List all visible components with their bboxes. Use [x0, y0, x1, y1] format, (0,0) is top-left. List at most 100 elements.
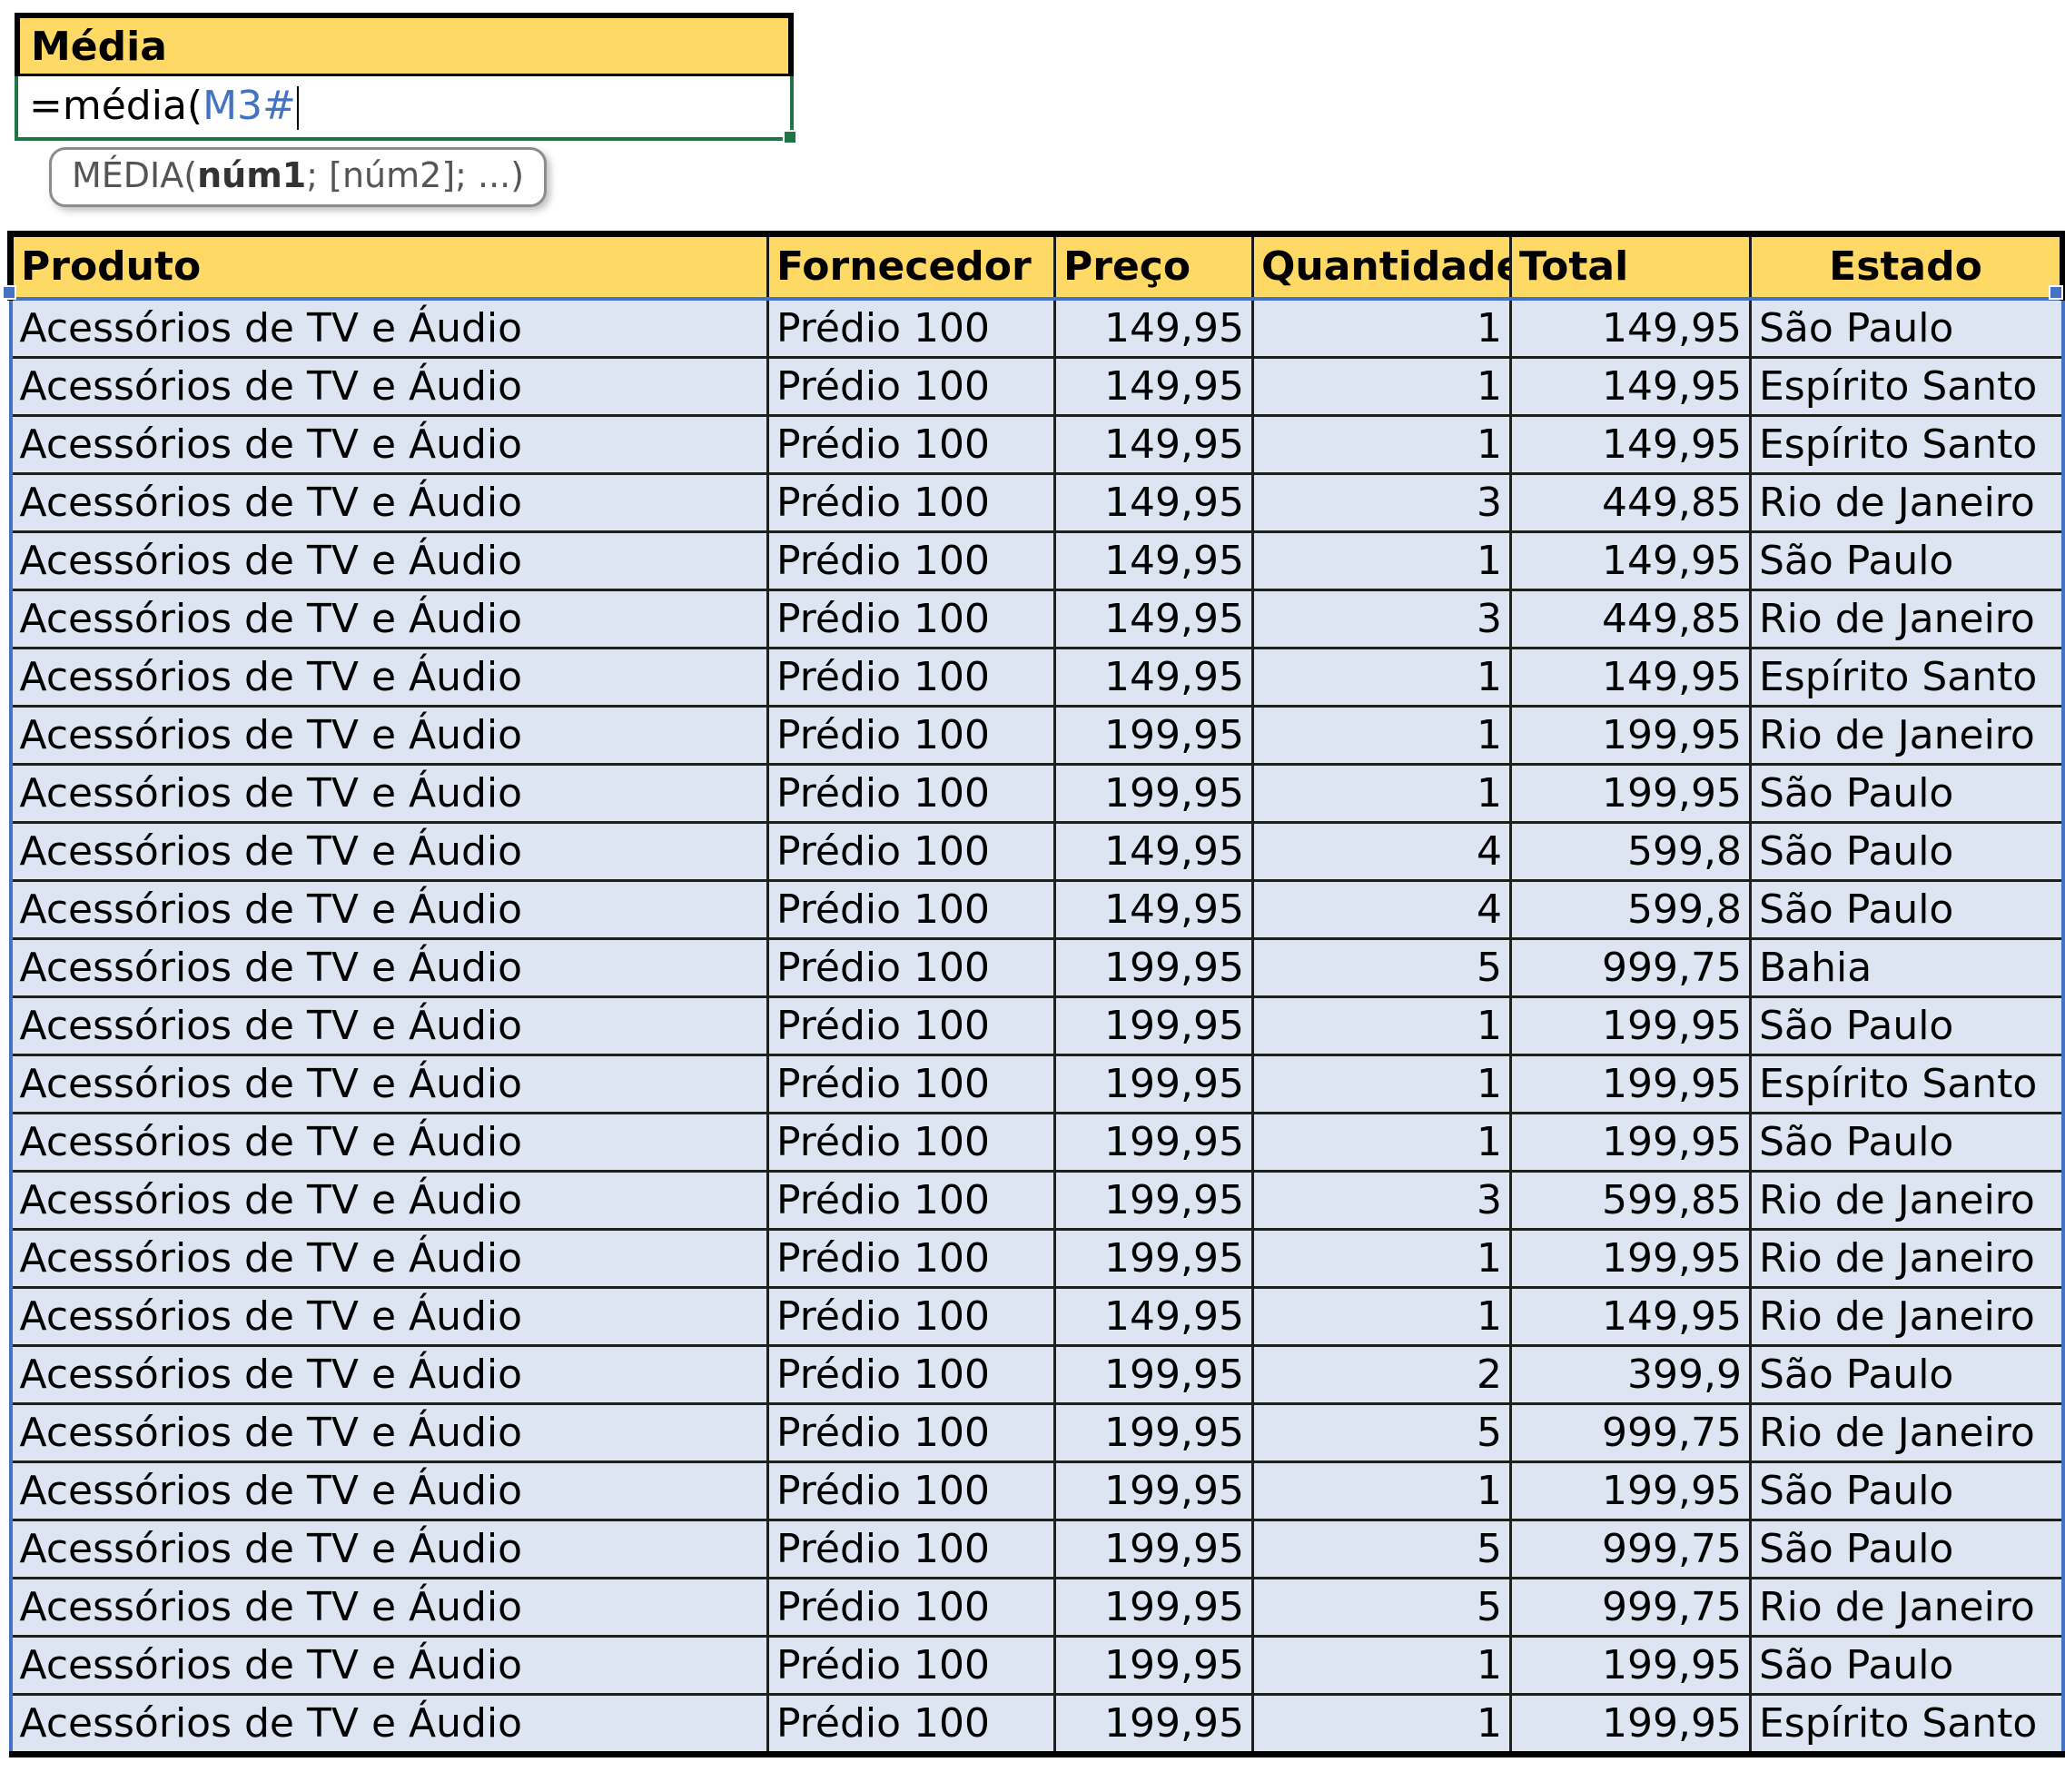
- cell-total[interactable]: 999,75: [1510, 1403, 1752, 1463]
- cell-estado[interactable]: São Paulo: [1750, 1345, 2065, 1405]
- cell-fornecedor[interactable]: Prédio 100: [767, 1229, 1056, 1289]
- cell-quantidade[interactable]: 5: [1252, 938, 1512, 998]
- cell-quantidade[interactable]: 4: [1252, 822, 1512, 882]
- cell-quantidade[interactable]: 2: [1252, 1345, 1512, 1405]
- cell-preco[interactable]: 199,95: [1054, 706, 1254, 766]
- cell-fornecedor[interactable]: Prédio 100: [767, 764, 1056, 824]
- function-tooltip[interactable]: MÉDIA(núm1; [núm2]; ...): [49, 147, 548, 207]
- cell-estado[interactable]: São Paulo: [1750, 764, 2065, 824]
- cell-quantidade[interactable]: 3: [1252, 589, 1512, 649]
- cell-fornecedor[interactable]: Prédio 100: [767, 1403, 1056, 1463]
- cell-total[interactable]: 149,95: [1510, 1287, 1752, 1347]
- cell-estado[interactable]: São Paulo: [1750, 822, 2065, 882]
- cell-quantidade[interactable]: 3: [1252, 1171, 1512, 1231]
- cell-estado[interactable]: Espírito Santo: [1750, 1694, 2065, 1757]
- cell-fornecedor[interactable]: Prédio 100: [767, 1636, 1056, 1696]
- media-header-cell[interactable]: Média: [15, 13, 794, 76]
- cell-fornecedor[interactable]: Prédio 100: [767, 1694, 1056, 1757]
- cell-quantidade[interactable]: 1: [1252, 357, 1512, 417]
- cell-fornecedor[interactable]: Prédio 100: [767, 1461, 1056, 1521]
- cell-estado[interactable]: Rio de Janeiro: [1750, 1229, 2065, 1289]
- cell-total[interactable]: 199,95: [1510, 1229, 1752, 1289]
- cell-produto[interactable]: Acessórios de TV e Áudio: [8, 1345, 769, 1405]
- cell-fornecedor[interactable]: Prédio 100: [767, 1113, 1056, 1173]
- column-header-estado[interactable]: Estado: [1750, 231, 2065, 301]
- cell-produto[interactable]: Acessórios de TV e Áudio: [8, 1636, 769, 1696]
- cell-estado[interactable]: Espírito Santo: [1750, 415, 2065, 475]
- cell-quantidade[interactable]: 5: [1252, 1578, 1512, 1638]
- cell-total[interactable]: 149,95: [1510, 648, 1752, 708]
- cell-estado[interactable]: São Paulo: [1750, 996, 2065, 1056]
- cell-total[interactable]: 999,75: [1510, 1578, 1752, 1638]
- cell-total[interactable]: 199,95: [1510, 1694, 1752, 1757]
- cell-preco[interactable]: 149,95: [1054, 1287, 1254, 1347]
- cell-fornecedor[interactable]: Prédio 100: [767, 1287, 1056, 1347]
- cell-preco[interactable]: 149,95: [1054, 589, 1254, 649]
- cell-quantidade[interactable]: 4: [1252, 880, 1512, 940]
- cell-produto[interactable]: Acessórios de TV e Áudio: [8, 1520, 769, 1579]
- cell-fornecedor[interactable]: Prédio 100: [767, 1578, 1056, 1638]
- cell-total[interactable]: 999,75: [1510, 1520, 1752, 1579]
- cell-produto[interactable]: Acessórios de TV e Áudio: [8, 1403, 769, 1463]
- cell-fornecedor[interactable]: Prédio 100: [767, 1054, 1056, 1114]
- cell-quantidade[interactable]: 1: [1252, 1461, 1512, 1521]
- cell-produto[interactable]: Acessórios de TV e Áudio: [8, 996, 769, 1056]
- cell-preco[interactable]: 199,95: [1054, 1229, 1254, 1289]
- cell-produto[interactable]: Acessórios de TV e Áudio: [8, 415, 769, 475]
- column-header-preco[interactable]: Preço: [1054, 231, 1254, 301]
- cell-produto[interactable]: Acessórios de TV e Áudio: [8, 1113, 769, 1173]
- cell-quantidade[interactable]: 1: [1252, 648, 1512, 708]
- cell-fornecedor[interactable]: Prédio 100: [767, 415, 1056, 475]
- column-header-fornecedor[interactable]: Fornecedor: [767, 231, 1056, 301]
- cell-fornecedor[interactable]: Prédio 100: [767, 648, 1056, 708]
- cell-total[interactable]: 599,8: [1510, 822, 1752, 882]
- cell-preco[interactable]: 149,95: [1054, 299, 1254, 359]
- cell-produto[interactable]: Acessórios de TV e Áudio: [8, 473, 769, 533]
- cell-estado[interactable]: Rio de Janeiro: [1750, 1171, 2065, 1231]
- cell-quantidade[interactable]: 1: [1252, 764, 1512, 824]
- cell-preco[interactable]: 149,95: [1054, 880, 1254, 940]
- cell-fornecedor[interactable]: Prédio 100: [767, 1171, 1056, 1231]
- cell-produto[interactable]: Acessórios de TV e Áudio: [8, 1054, 769, 1114]
- cell-fornecedor[interactable]: Prédio 100: [767, 299, 1056, 359]
- cell-quantidade[interactable]: 1: [1252, 1229, 1512, 1289]
- cell-produto[interactable]: Acessórios de TV e Áudio: [8, 1287, 769, 1347]
- cell-produto[interactable]: Acessórios de TV e Áudio: [8, 1171, 769, 1231]
- cell-preco[interactable]: 199,95: [1054, 1403, 1254, 1463]
- cell-estado[interactable]: São Paulo: [1750, 1636, 2065, 1696]
- cell-produto[interactable]: Acessórios de TV e Áudio: [8, 1694, 769, 1757]
- cell-total[interactable]: 599,85: [1510, 1171, 1752, 1231]
- cell-estado[interactable]: São Paulo: [1750, 1113, 2065, 1173]
- cell-preco[interactable]: 149,95: [1054, 531, 1254, 591]
- cell-quantidade[interactable]: 1: [1252, 1636, 1512, 1696]
- cell-produto[interactable]: Acessórios de TV e Áudio: [8, 357, 769, 417]
- cell-estado[interactable]: Rio de Janeiro: [1750, 473, 2065, 533]
- cell-quantidade[interactable]: 1: [1252, 415, 1512, 475]
- cell-quantidade[interactable]: 1: [1252, 1287, 1512, 1347]
- cell-total[interactable]: 449,85: [1510, 473, 1752, 533]
- cell-quantidade[interactable]: 5: [1252, 1520, 1512, 1579]
- cell-produto[interactable]: Acessórios de TV e Áudio: [8, 880, 769, 940]
- cell-total[interactable]: 149,95: [1510, 531, 1752, 591]
- cell-estado[interactable]: Rio de Janeiro: [1750, 1403, 2065, 1463]
- cell-fornecedor[interactable]: Prédio 100: [767, 1345, 1056, 1405]
- cell-preco[interactable]: 199,95: [1054, 1054, 1254, 1114]
- cell-preco[interactable]: 149,95: [1054, 357, 1254, 417]
- cell-estado[interactable]: São Paulo: [1750, 1461, 2065, 1521]
- selection-handle-right[interactable]: [2049, 285, 2063, 300]
- cell-fornecedor[interactable]: Prédio 100: [767, 822, 1056, 882]
- cell-fornecedor[interactable]: Prédio 100: [767, 706, 1056, 766]
- cell-total[interactable]: 399,9: [1510, 1345, 1752, 1405]
- cell-total[interactable]: 199,95: [1510, 764, 1752, 824]
- media-formula-input-cell[interactable]: =média(M3#: [15, 76, 797, 144]
- cell-produto[interactable]: Acessórios de TV e Áudio: [8, 648, 769, 708]
- cell-preco[interactable]: 199,95: [1054, 1636, 1254, 1696]
- cell-estado[interactable]: Rio de Janeiro: [1750, 1287, 2065, 1347]
- cell-produto[interactable]: Acessórios de TV e Áudio: [8, 1578, 769, 1638]
- cell-produto[interactable]: Acessórios de TV e Áudio: [8, 531, 769, 591]
- selection-handle-left[interactable]: [2, 285, 16, 300]
- cell-produto[interactable]: Acessórios de TV e Áudio: [8, 706, 769, 766]
- cell-preco[interactable]: 199,95: [1054, 938, 1254, 998]
- cell-total[interactable]: 199,95: [1510, 1113, 1752, 1173]
- cell-total[interactable]: 149,95: [1510, 357, 1752, 417]
